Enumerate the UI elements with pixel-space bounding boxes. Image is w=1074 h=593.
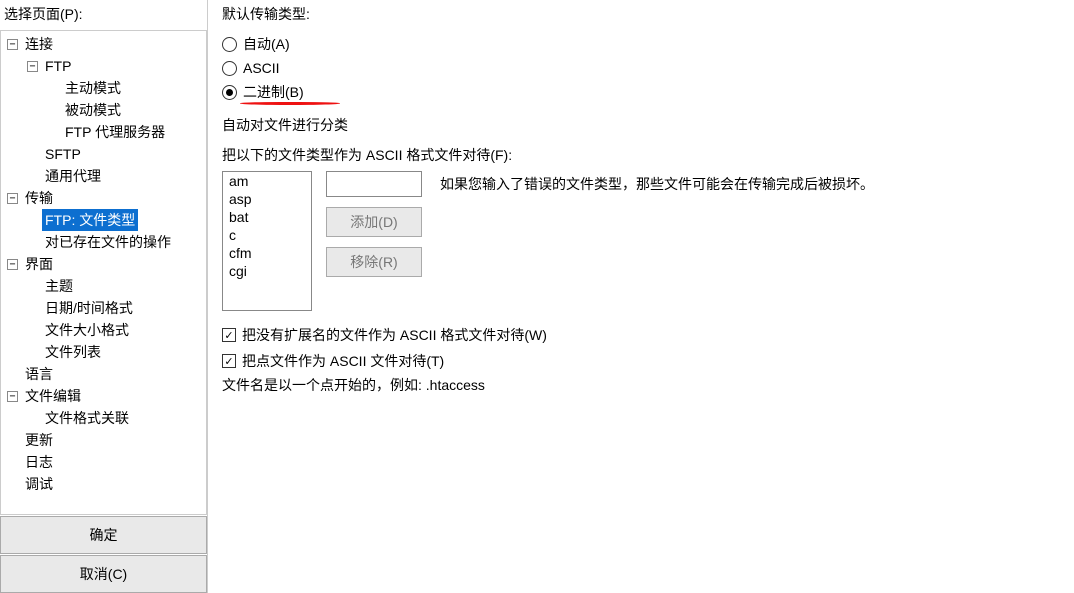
radio-binary[interactable]: 二进制(B): [222, 80, 1064, 104]
radio-auto[interactable]: 自动(A): [222, 32, 1064, 56]
tree-item-label: FTP 代理服务器: [62, 121, 168, 143]
main-panel: 默认传输类型: 自动(A) ASCII 二进制(B) 自动对文件进行分类 把以下…: [208, 0, 1074, 593]
radio-auto-indicator: [222, 37, 237, 52]
tree-item-label: 主动模式: [62, 77, 124, 99]
tree-item[interactable]: 主动模式: [1, 77, 206, 99]
collapse-icon[interactable]: −: [7, 193, 18, 204]
tree-item-label: FTP: 文件类型: [42, 209, 138, 231]
tree-item[interactable]: 调试: [1, 473, 206, 495]
tree-item-label: 文件编辑: [22, 385, 84, 407]
new-extension-input[interactable]: [326, 171, 422, 197]
collapse-icon[interactable]: −: [7, 391, 18, 402]
ascii-extensions-listbox[interactable]: amaspbatccfmcgi: [222, 171, 312, 311]
tree-item-label: 界面: [22, 253, 56, 275]
tree-item-label: 连接: [22, 33, 56, 55]
tree-item-label: 更新: [22, 429, 56, 451]
collapse-icon[interactable]: −: [7, 39, 18, 50]
list-item[interactable]: cgi: [223, 262, 311, 280]
auto-classify-title: 自动对文件进行分类: [222, 115, 1064, 135]
tree-item[interactable]: −文件编辑: [1, 385, 206, 407]
collapse-icon[interactable]: −: [27, 61, 38, 72]
list-item[interactable]: cfm: [223, 244, 311, 262]
add-button[interactable]: 添加(D): [326, 207, 422, 237]
tree-item-label: 主题: [42, 275, 76, 297]
tree-item[interactable]: 文件大小格式: [1, 319, 206, 341]
settings-tree[interactable]: −连接−FTP主动模式被动模式FTP 代理服务器SFTP通用代理−传输FTP: …: [0, 30, 207, 515]
list-item[interactable]: asp: [223, 190, 311, 208]
tree-item[interactable]: −连接: [1, 33, 206, 55]
tree-item-label: 对已存在文件的操作: [42, 231, 174, 253]
extension-hint: 如果您输入了错误的文件类型，那些文件可能会在传输完成后被损坏。: [440, 171, 874, 197]
radio-binary-label: 二进制(B): [243, 82, 304, 102]
tree-item[interactable]: SFTP: [1, 143, 206, 165]
tree-item-label: 调试: [22, 473, 56, 495]
tree-item-label: 通用代理: [42, 165, 104, 187]
tree-item[interactable]: FTP: 文件类型: [1, 209, 206, 231]
tree-item-label: 文件格式关联: [42, 407, 132, 429]
check-no-extension-label: 把没有扩展名的文件作为 ASCII 格式文件对待(W): [242, 325, 547, 345]
tree-item[interactable]: −界面: [1, 253, 206, 275]
ok-button[interactable]: 确定: [0, 516, 207, 554]
ascii-extensions-label: 把以下的文件类型作为 ASCII 格式文件对待(F):: [222, 145, 1064, 165]
collapse-icon[interactable]: −: [7, 259, 18, 270]
tree-item[interactable]: 语言: [1, 363, 206, 385]
default-transfer-title: 默认传输类型:: [222, 4, 1064, 24]
radio-binary-indicator: [222, 85, 237, 100]
check-dot-files-label: 把点文件作为 ASCII 文件对待(T): [242, 351, 444, 371]
radio-ascii[interactable]: ASCII: [222, 56, 1064, 80]
settings-sidebar: 选择页面(P): −连接−FTP主动模式被动模式FTP 代理服务器SFTP通用代…: [0, 0, 208, 593]
list-item[interactable]: bat: [223, 208, 311, 226]
radio-ascii-indicator: [222, 61, 237, 76]
tree-item-label: 日志: [22, 451, 56, 473]
remove-button[interactable]: 移除(R): [326, 247, 422, 277]
tree-item[interactable]: 主题: [1, 275, 206, 297]
tree-item[interactable]: 日期/时间格式: [1, 297, 206, 319]
check-no-extension[interactable]: 把没有扩展名的文件作为 ASCII 格式文件对待(W): [222, 325, 1064, 345]
check-dot-files[interactable]: 把点文件作为 ASCII 文件对待(T): [222, 351, 1064, 371]
tree-item[interactable]: 文件格式关联: [1, 407, 206, 429]
radio-auto-label: 自动(A): [243, 34, 290, 54]
tree-item[interactable]: 文件列表: [1, 341, 206, 363]
tree-item-label: FTP: [42, 55, 74, 77]
tree-item[interactable]: FTP 代理服务器: [1, 121, 206, 143]
tree-item[interactable]: 通用代理: [1, 165, 206, 187]
tree-item-label: 文件大小格式: [42, 319, 132, 341]
tree-item-label: 文件列表: [42, 341, 104, 363]
tree-item[interactable]: 更新: [1, 429, 206, 451]
checkbox-icon: [222, 328, 236, 342]
list-item[interactable]: am: [223, 172, 311, 190]
dot-files-note: 文件名是以一个点开始的，例如: .htaccess: [222, 375, 1064, 395]
tree-item-label: 传输: [22, 187, 56, 209]
tree-item[interactable]: 对已存在文件的操作: [1, 231, 206, 253]
annotation-underline: [240, 102, 340, 105]
list-item[interactable]: c: [223, 226, 311, 244]
radio-ascii-label: ASCII: [243, 60, 280, 76]
cancel-button[interactable]: 取消(C): [0, 555, 207, 593]
tree-item-label: SFTP: [42, 143, 84, 165]
tree-item-label: 被动模式: [62, 99, 124, 121]
tree-item[interactable]: −传输: [1, 187, 206, 209]
tree-item[interactable]: −FTP: [1, 55, 206, 77]
tree-item[interactable]: 日志: [1, 451, 206, 473]
sidebar-title: 选择页面(P):: [0, 0, 207, 30]
tree-item-label: 语言: [22, 363, 56, 385]
checkbox-icon: [222, 354, 236, 368]
tree-item-label: 日期/时间格式: [42, 297, 136, 319]
tree-item[interactable]: 被动模式: [1, 99, 206, 121]
